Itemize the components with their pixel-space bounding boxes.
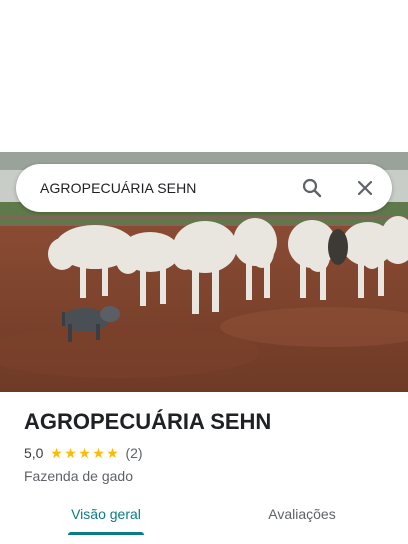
place-category: Fazenda de gado [24,468,133,484]
star-icon: ★ [92,445,105,461]
star-icon: ★ [78,445,91,461]
rating-row[interactable]: 5,0 ★ ★ ★ ★ ★ (2) [24,444,384,462]
review-count[interactable]: (2) [125,445,142,461]
tab-overview[interactable]: Visão geral [68,494,144,534]
place-title: AGROPECUÁRIA SEHN [24,409,272,434]
star-icon: ★ [106,445,119,461]
search-input[interactable]: AGROPECUÁRIA SEHN [40,164,197,212]
rating-value: 5,0 [24,445,44,461]
tab-reviews[interactable]: Avaliações [260,494,344,534]
close-icon[interactable] [353,176,377,200]
tab-bar: Visão geral Avaliações [0,494,408,538]
place-info: AGROPECUÁRIA SEHN 5,0 ★ ★ ★ ★ ★ (2) Faze… [24,408,384,484]
search-icon[interactable] [300,176,324,200]
star-icon: ★ [50,445,63,461]
star-rating: ★ ★ ★ ★ ★ [49,446,119,460]
search-bar[interactable]: AGROPECUÁRIA SEHN [16,164,392,212]
star-icon: ★ [64,445,77,461]
active-tab-indicator [68,532,144,535]
